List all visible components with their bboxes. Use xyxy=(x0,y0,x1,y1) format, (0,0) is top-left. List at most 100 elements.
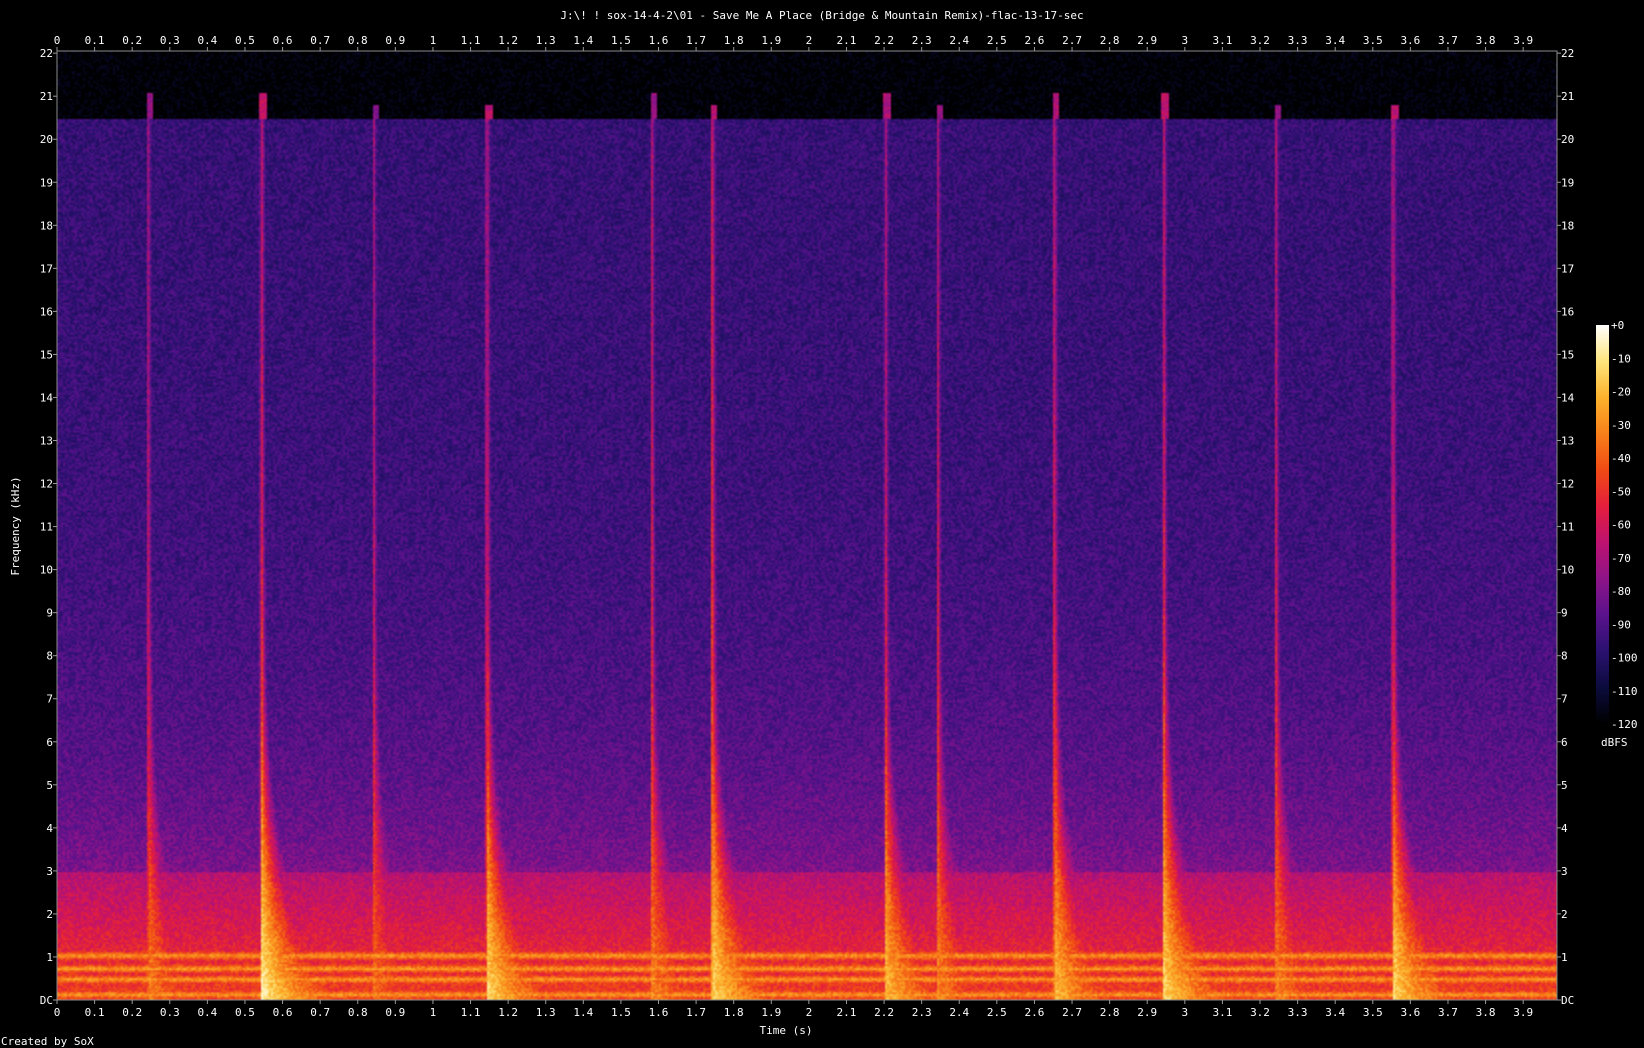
y-tick-label: 5 xyxy=(46,779,53,792)
x-tick-label: 1 xyxy=(430,34,437,47)
y-tick-label: 6 xyxy=(1561,736,1568,749)
colorbar xyxy=(1596,325,1609,724)
x-tick-label: 0.5 xyxy=(235,34,255,47)
x-tick-label: 1.5 xyxy=(611,34,631,47)
x-tick-label: 3.6 xyxy=(1400,1006,1420,1019)
y-tick-label: 2 xyxy=(46,908,53,921)
x-tick-label: 3.2 xyxy=(1250,34,1270,47)
chart-title: J:\! ! sox-14-4-2\01 - Save Me A Place (… xyxy=(560,9,1083,22)
x-tick-label: 1.7 xyxy=(686,1006,706,1019)
x-tick-label: 1.4 xyxy=(573,1006,593,1019)
x-tick-label: 0.2 xyxy=(122,1006,142,1019)
x-tick-label: 2.5 xyxy=(987,1006,1007,1019)
y-tick-label: 17 xyxy=(40,262,53,275)
x-tick-label: 3.8 xyxy=(1476,34,1496,47)
x-tick-label: 1.2 xyxy=(498,1006,518,1019)
x-tick-label: 2.1 xyxy=(837,1006,857,1019)
colorbar-tick-label: -50 xyxy=(1611,485,1631,498)
y-tick-label: 7 xyxy=(1561,693,1568,706)
x-tick-label: 0.2 xyxy=(122,34,142,47)
x-tick-label: 3.1 xyxy=(1212,34,1232,47)
y-tick-label: 16 xyxy=(1561,305,1574,318)
x-tick-label: 3.2 xyxy=(1250,1006,1270,1019)
x-tick-label: 0.3 xyxy=(160,34,180,47)
x-tick-label: 0.4 xyxy=(197,34,217,47)
y-tick-label: 22 xyxy=(1561,47,1574,60)
x-tick-label: 2.6 xyxy=(1025,1006,1045,1019)
x-tick-label: 1.6 xyxy=(649,34,669,47)
x-tick-label: 0.4 xyxy=(197,1006,217,1019)
y-tick-label: 8 xyxy=(46,650,53,663)
y-tick-label: 14 xyxy=(40,391,54,404)
x-tick-label: 1 xyxy=(430,1006,437,1019)
colorbar-tick-label: -10 xyxy=(1611,352,1631,365)
x-tick-label: 2.1 xyxy=(837,34,857,47)
x-tick-label: 2.5 xyxy=(987,34,1007,47)
y-tick-label: 6 xyxy=(46,736,53,749)
x-tick-label: 3 xyxy=(1182,1006,1189,1019)
x-tick-label: 0.9 xyxy=(385,1006,405,1019)
colorbar-tick-label: -70 xyxy=(1611,552,1631,565)
y-tick-label: 21 xyxy=(40,90,53,103)
x-tick-label: 0.6 xyxy=(273,1006,293,1019)
colorbar-tick-label: -20 xyxy=(1611,386,1631,399)
y-tick-label: 10 xyxy=(40,564,53,577)
y-tick-label: 11 xyxy=(40,521,53,534)
y-tick-label: 3 xyxy=(46,865,53,878)
y-tick-label: 12 xyxy=(40,478,53,491)
x-tick-label: 0.5 xyxy=(235,1006,255,1019)
y-tick-label: 18 xyxy=(1561,219,1574,232)
spectrogram-heatmap xyxy=(57,51,1557,1000)
y-tick-label: 3 xyxy=(1561,865,1568,878)
x-tick-label: 2.8 xyxy=(1100,34,1120,47)
y-tick-label: 14 xyxy=(1561,391,1575,404)
y-tick-label: 12 xyxy=(1561,478,1574,491)
x-tick-label: 0.8 xyxy=(348,1006,368,1019)
y-tick-label: 9 xyxy=(1561,607,1568,620)
x-tick-label: 1.3 xyxy=(536,34,556,47)
colorbar-tick-label: -100 xyxy=(1611,652,1638,665)
x-tick-label: 0.7 xyxy=(310,1006,330,1019)
x-tick-label: 3.1 xyxy=(1212,1006,1232,1019)
x-tick-label: 1.6 xyxy=(649,1006,669,1019)
colorbar-label: dBFS xyxy=(1601,736,1628,749)
x-tick-label: 2 xyxy=(806,34,813,47)
y-tick-label: 22 xyxy=(40,47,53,60)
y-tick-label: 20 xyxy=(40,133,53,146)
x-tick-label: 1.9 xyxy=(761,34,781,47)
spectrogram-figure: J:\! ! sox-14-4-2\01 - Save Me A Place (… xyxy=(0,0,1644,1048)
y-tick-label: 13 xyxy=(1561,434,1574,447)
y-tick-label: 15 xyxy=(1561,348,1574,361)
x-tick-label: 1.2 xyxy=(498,34,518,47)
x-tick-label: 0.6 xyxy=(273,34,293,47)
x-tick-label: 3.7 xyxy=(1438,1006,1458,1019)
colorbar-tick-label: -90 xyxy=(1611,618,1631,631)
x-tick-label: 0.3 xyxy=(160,1006,180,1019)
y-tick-label: 13 xyxy=(40,434,53,447)
x-tick-label: 3.9 xyxy=(1513,1006,1533,1019)
x-tick-label: 3.3 xyxy=(1288,1006,1308,1019)
y-tick-label: 19 xyxy=(40,176,53,189)
x-tick-label: 3.6 xyxy=(1400,34,1420,47)
colorbar-tick-label: +0 xyxy=(1611,319,1624,332)
y-axis-title: Frequency (kHz) xyxy=(9,476,22,575)
x-tick-label: 2.4 xyxy=(949,1006,969,1019)
x-tick-label: 3.5 xyxy=(1363,1006,1383,1019)
y-tick-label: 1 xyxy=(46,951,53,964)
x-tick-label: 3 xyxy=(1182,34,1189,47)
y-tick-label: 11 xyxy=(1561,521,1574,534)
y-tick-label: 4 xyxy=(1561,822,1568,835)
y-tick-label: 4 xyxy=(46,822,53,835)
y-tick-label: 17 xyxy=(1561,262,1574,275)
y-tick-label: DC xyxy=(40,994,53,1007)
x-tick-label: 2.2 xyxy=(874,1006,894,1019)
x-tick-label: 3.9 xyxy=(1513,34,1533,47)
colorbar-tick-label: -120 xyxy=(1611,718,1638,731)
x-tick-label: 3.3 xyxy=(1288,34,1308,47)
x-tick-label: 3.5 xyxy=(1363,34,1383,47)
y-tick-label: 9 xyxy=(46,607,53,620)
y-tick-label: 1 xyxy=(1561,951,1568,964)
y-tick-label: 2 xyxy=(1561,908,1568,921)
x-tick-label: 0.1 xyxy=(85,34,105,47)
x-tick-label: 2.3 xyxy=(912,34,932,47)
